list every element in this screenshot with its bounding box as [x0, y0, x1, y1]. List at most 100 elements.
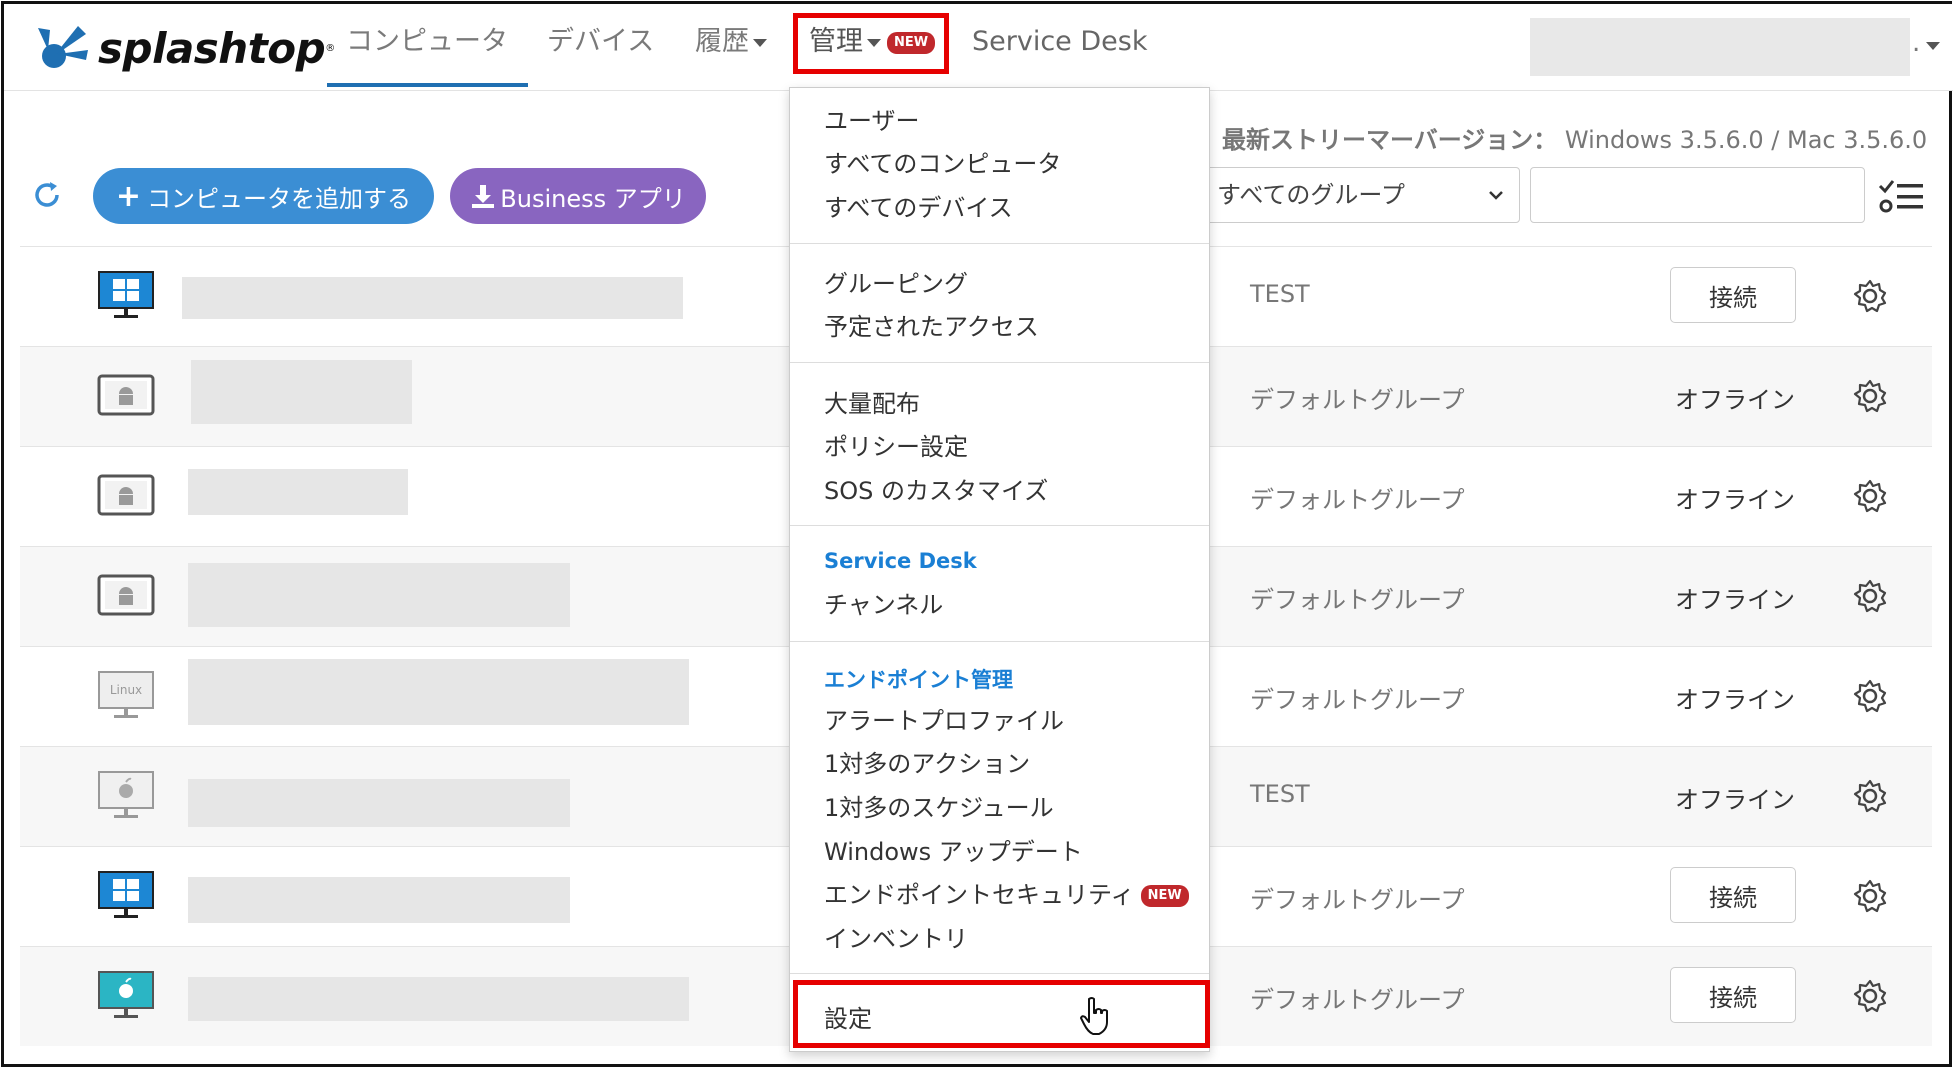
windows-monitor-icon	[98, 271, 154, 318]
new-badge: NEW	[1140, 885, 1189, 907]
status-badge: オフライン	[1675, 386, 1795, 414]
chevron-down-icon	[753, 38, 767, 47]
menu-item-scheduled-access[interactable]: 予定されたアクセス	[824, 307, 1039, 342]
checklist-view-icon[interactable]	[1878, 178, 1924, 214]
business-app-label: Business アプリ	[500, 184, 686, 213]
menu-divider	[790, 362, 1209, 363]
gear-icon[interactable]	[1853, 279, 1887, 313]
android-tablet-icon	[97, 474, 155, 516]
download-icon	[472, 185, 495, 208]
menu-item-endpoint-security[interactable]: エンドポイントセキュリティ NEW	[824, 875, 1189, 910]
menu-item-policy[interactable]: ポリシー設定	[824, 427, 968, 462]
menu-item-one-to-many-action[interactable]: 1対多のアクション	[824, 744, 1030, 779]
nav-tab-service-desk[interactable]: Service Desk	[972, 22, 1147, 62]
menu-divider	[790, 243, 1209, 244]
computer-name-redacted	[182, 277, 683, 319]
menu-item-grouping[interactable]: グルーピング	[824, 264, 968, 299]
group-name: デフォルトグループ	[1250, 586, 1465, 614]
streamer-version-info: 最新ストリーマーバージョン： Windows 3.5.6.0 / Mac 3.5…	[1222, 120, 1927, 155]
apple-monitor-color-icon	[98, 971, 154, 1018]
business-app-download-button[interactable]: Business アプリ	[450, 168, 706, 224]
nav-tab-service-desk-label: Service Desk	[972, 26, 1148, 57]
computer-name-redacted	[188, 469, 408, 515]
group-name: デフォルトグループ	[1250, 986, 1465, 1014]
gear-icon[interactable]	[1853, 779, 1887, 813]
menu-item-endpoint-security-label: エンドポイントセキュリティ	[824, 881, 1135, 909]
android-tablet-icon	[97, 574, 155, 616]
group-name: デフォルトグループ	[1250, 686, 1465, 714]
status-badge: オフライン	[1675, 586, 1795, 614]
group-name: TEST	[1250, 780, 1310, 808]
gear-icon[interactable]	[1853, 479, 1887, 513]
computer-name-redacted	[188, 977, 689, 1021]
menu-section-service-desk: Service Desk	[824, 549, 977, 573]
nav-tab-history[interactable]: 履歴	[695, 22, 767, 62]
gear-icon[interactable]	[1853, 679, 1887, 713]
group-name: デフォルトグループ	[1250, 486, 1465, 514]
menu-divider	[790, 973, 1209, 974]
settings-highlight-box	[793, 980, 1210, 1048]
status-badge: オフライン	[1675, 786, 1795, 814]
management-dropdown-menu: ユーザー すべてのコンピュータ すべてのデバイス グルーピング 予定されたアクセ…	[789, 87, 1210, 1052]
group-filter-select[interactable]: すべてのグループ	[1190, 167, 1520, 223]
active-tab-indicator	[327, 83, 528, 87]
computer-name-redacted	[188, 563, 570, 627]
group-filter-value: すべてのグループ	[1217, 181, 1405, 209]
apple-monitor-icon	[98, 771, 154, 818]
nav-tab-history-label: 履歴	[695, 26, 749, 57]
windows-monitor-icon	[98, 871, 154, 918]
menu-item-inventory[interactable]: インベントリ	[824, 919, 968, 954]
brand-name: splashtop	[98, 23, 326, 73]
hand-pointer-cursor-icon	[1080, 997, 1108, 1035]
management-highlight-box	[793, 13, 949, 74]
user-account-menu[interactable]	[1530, 18, 1910, 76]
search-input[interactable]	[1530, 167, 1865, 223]
gear-icon[interactable]	[1853, 979, 1887, 1013]
linux-monitor-icon: Linux	[98, 671, 154, 718]
plus-icon: +	[115, 178, 142, 214]
nav-tab-devices-label: デバイス	[547, 26, 655, 57]
streamer-version-values: Windows 3.5.6.0 / Mac 3.5.6.0	[1564, 126, 1928, 154]
menu-item-sos-customize[interactable]: SOS のカスタマイズ	[824, 471, 1048, 506]
menu-item-channels[interactable]: チャンネル	[824, 585, 943, 620]
nav-tab-computers-label: コンピュータ	[346, 26, 508, 57]
add-computer-button[interactable]: + コンピュータを追加する	[93, 168, 434, 224]
chevron-down-icon	[1489, 191, 1503, 200]
splashtop-logo-icon	[38, 26, 88, 68]
menu-item-one-to-many-schedule[interactable]: 1対多のスケジュール	[824, 788, 1054, 823]
gear-icon[interactable]	[1853, 379, 1887, 413]
nav-tab-devices[interactable]: デバイス	[547, 22, 654, 62]
svg-text:Linux: Linux	[110, 683, 142, 697]
brand-registered-mark: ®	[325, 42, 336, 54]
computer-name-redacted	[188, 779, 570, 827]
gear-icon[interactable]	[1853, 879, 1887, 913]
menu-item-all-computers[interactable]: すべてのコンピュータ	[824, 144, 1061, 179]
status-badge: オフライン	[1675, 686, 1795, 714]
user-menu-chevron-icon[interactable]	[1926, 42, 1940, 50]
group-name: デフォルトグループ	[1250, 886, 1465, 914]
menu-section-endpoint-management: エンドポイント管理	[824, 668, 1013, 692]
status-badge: オフライン	[1675, 486, 1795, 514]
refresh-icon[interactable]	[32, 180, 62, 210]
computer-name-redacted	[188, 659, 689, 725]
connect-button[interactable]: 接続	[1670, 967, 1796, 1023]
menu-item-users[interactable]: ユーザー	[824, 101, 920, 136]
group-name: TEST	[1250, 280, 1310, 308]
menu-item-alert-profile[interactable]: アラートプロファイル	[824, 701, 1064, 736]
user-name-suffix: .	[1912, 28, 1921, 58]
group-name: デフォルトグループ	[1250, 386, 1465, 414]
streamer-version-label: 最新ストリーマーバージョン：	[1222, 126, 1558, 154]
computer-name-redacted	[191, 360, 412, 424]
add-computer-label: コンピュータを追加する	[147, 184, 412, 213]
connect-button[interactable]: 接続	[1670, 267, 1796, 323]
menu-item-all-devices[interactable]: すべてのデバイス	[824, 188, 1013, 223]
splashtop-logo[interactable]: splashtop ®	[34, 18, 335, 78]
menu-item-windows-update[interactable]: Windows アップデート	[824, 832, 1083, 867]
computer-name-redacted	[188, 877, 570, 923]
gear-icon[interactable]	[1853, 579, 1887, 613]
nav-tab-computers[interactable]: コンピュータ	[346, 22, 508, 62]
menu-item-mass-deploy[interactable]: 大量配布	[824, 384, 920, 419]
connect-button[interactable]: 接続	[1670, 867, 1796, 923]
menu-divider	[790, 641, 1209, 642]
android-tablet-icon	[97, 374, 155, 416]
